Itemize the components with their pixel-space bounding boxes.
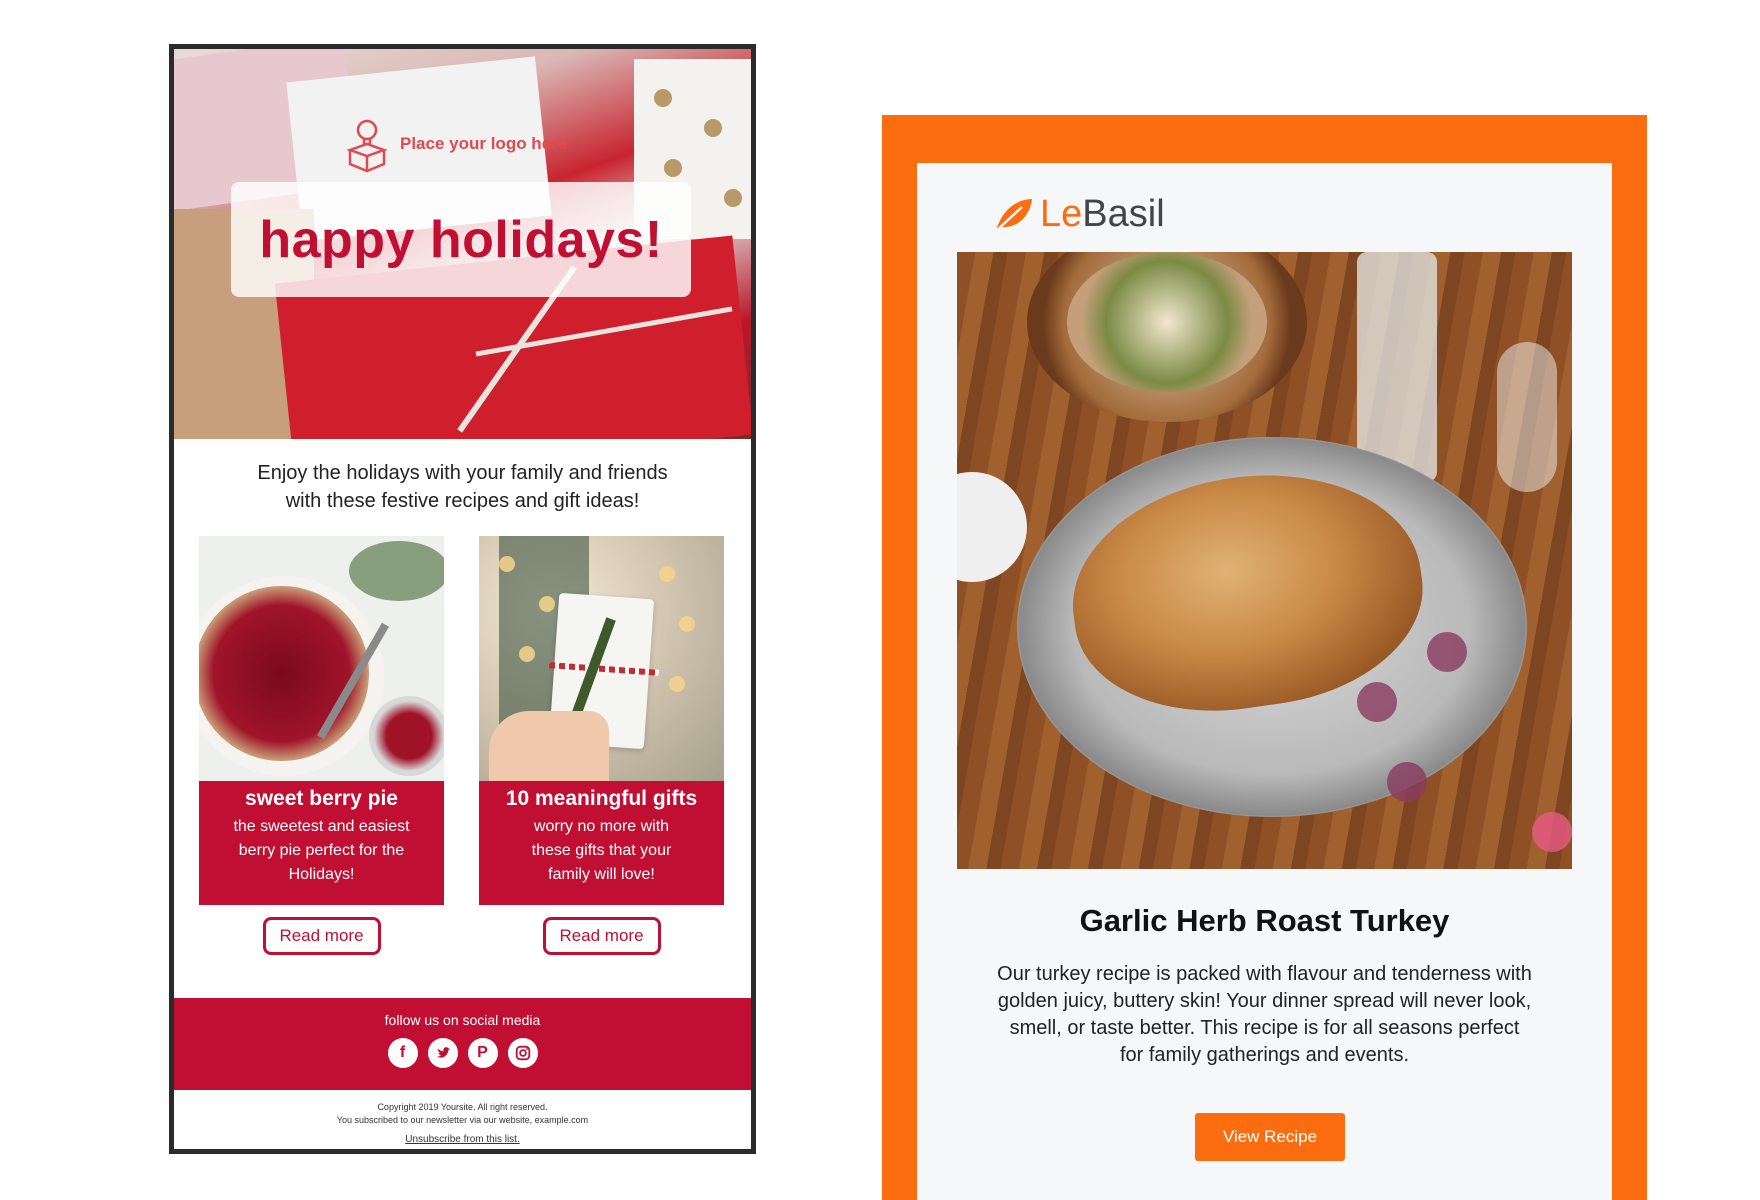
recipe-desc-line: Our turkey recipe is packed with flavour…	[997, 963, 1532, 985]
social-section: follow us on social media f P	[174, 998, 751, 1090]
headline-card: happy holidays!	[231, 182, 691, 297]
hero-image: Place your logo here happy holidays!	[174, 49, 751, 439]
headline: happy holidays!	[259, 210, 663, 269]
logo-text: Place your logo here	[400, 134, 568, 153]
copyright-text: Copyright 2019 Yoursite. All right reser…	[377, 1102, 548, 1112]
intro-line: with these festive recipes and gift idea…	[285, 490, 640, 512]
twitter-icon[interactable]	[427, 1038, 458, 1068]
card-gifts: 10 meaningful gifts worry no more with t…	[479, 536, 724, 955]
recipe-desc-line: smell, or taste better. This recipe is f…	[1009, 1017, 1520, 1039]
card-title: sweet berry pie	[245, 787, 398, 810]
card-desc-line: family will love!	[548, 866, 655, 883]
card-desc: worry no more with these gifts that your…	[479, 815, 724, 887]
view-recipe-button[interactable]: View Recipe	[1195, 1113, 1345, 1161]
holiday-newsletter: Place your logo here happy holidays! Enj…	[169, 44, 756, 1154]
gift-image	[479, 536, 724, 781]
card-desc-line: the sweetest and easiest	[233, 818, 410, 835]
recipe-description: Our turkey recipe is packed with flavour…	[972, 961, 1557, 1069]
footer: Copyright 2019 Yoursite. All right reser…	[174, 1101, 751, 1146]
follow-label: follow us on social media	[384, 1012, 541, 1028]
recipe-desc-line: for family gatherings and events.	[1119, 1044, 1410, 1066]
read-more-button[interactable]: Read more	[262, 917, 381, 955]
card-desc: the sweetest and easiest berry pie perfe…	[199, 815, 444, 887]
berry-pie-image	[199, 536, 444, 781]
brand-le: Le	[1040, 193, 1083, 235]
facebook-icon[interactable]: f	[387, 1038, 418, 1068]
card-band: 10 meaningful gifts worry no more with t…	[479, 781, 724, 905]
instagram-icon[interactable]	[507, 1038, 538, 1068]
card-band: sweet berry pie the sweetest and easiest…	[199, 781, 444, 905]
card-title: 10 meaningful gifts	[505, 787, 698, 810]
card-berry-pie: sweet berry pie the sweetest and easiest…	[199, 536, 444, 955]
lightbulb-box-icon	[346, 119, 388, 173]
brand-logo[interactable]: LeBasil	[992, 193, 1165, 236]
social-icons: f P	[174, 1038, 751, 1068]
card-desc-line: these gifts that your	[531, 842, 672, 859]
card-desc-line: berry pie perfect for the	[238, 842, 405, 859]
turkey-image	[957, 252, 1572, 869]
read-more-button[interactable]: Read more	[542, 917, 661, 955]
recipe-title: Garlic Herb Roast Turkey	[1079, 903, 1450, 938]
recipe-desc-line: golden juicy, buttery skin! Your dinner …	[997, 990, 1532, 1012]
pinterest-icon[interactable]: P	[467, 1038, 498, 1068]
brand-basil: Basil	[1082, 193, 1165, 235]
lebasil-newsletter: LeBasil Garlic Herb Roast Turkey Our tur…	[882, 115, 1647, 1200]
basil-leaf-icon	[995, 198, 1032, 232]
unsubscribe-link[interactable]: Unsubscribe from this list.	[174, 1133, 751, 1146]
intro-line: Enjoy the holidays with your family and …	[257, 462, 668, 484]
card-desc-line: Holidays!	[288, 866, 355, 883]
subscription-note: You subscribed to our newsletter via our…	[336, 1115, 589, 1125]
card-desc-line: worry no more with	[533, 818, 670, 835]
logo-placeholder[interactable]: Place your logo here	[342, 114, 582, 174]
brand-name: LeBasil	[1040, 193, 1165, 236]
email-body: LeBasil Garlic Herb Roast Turkey Our tur…	[917, 163, 1612, 1200]
intro-text: Enjoy the holidays with your family and …	[174, 459, 751, 515]
